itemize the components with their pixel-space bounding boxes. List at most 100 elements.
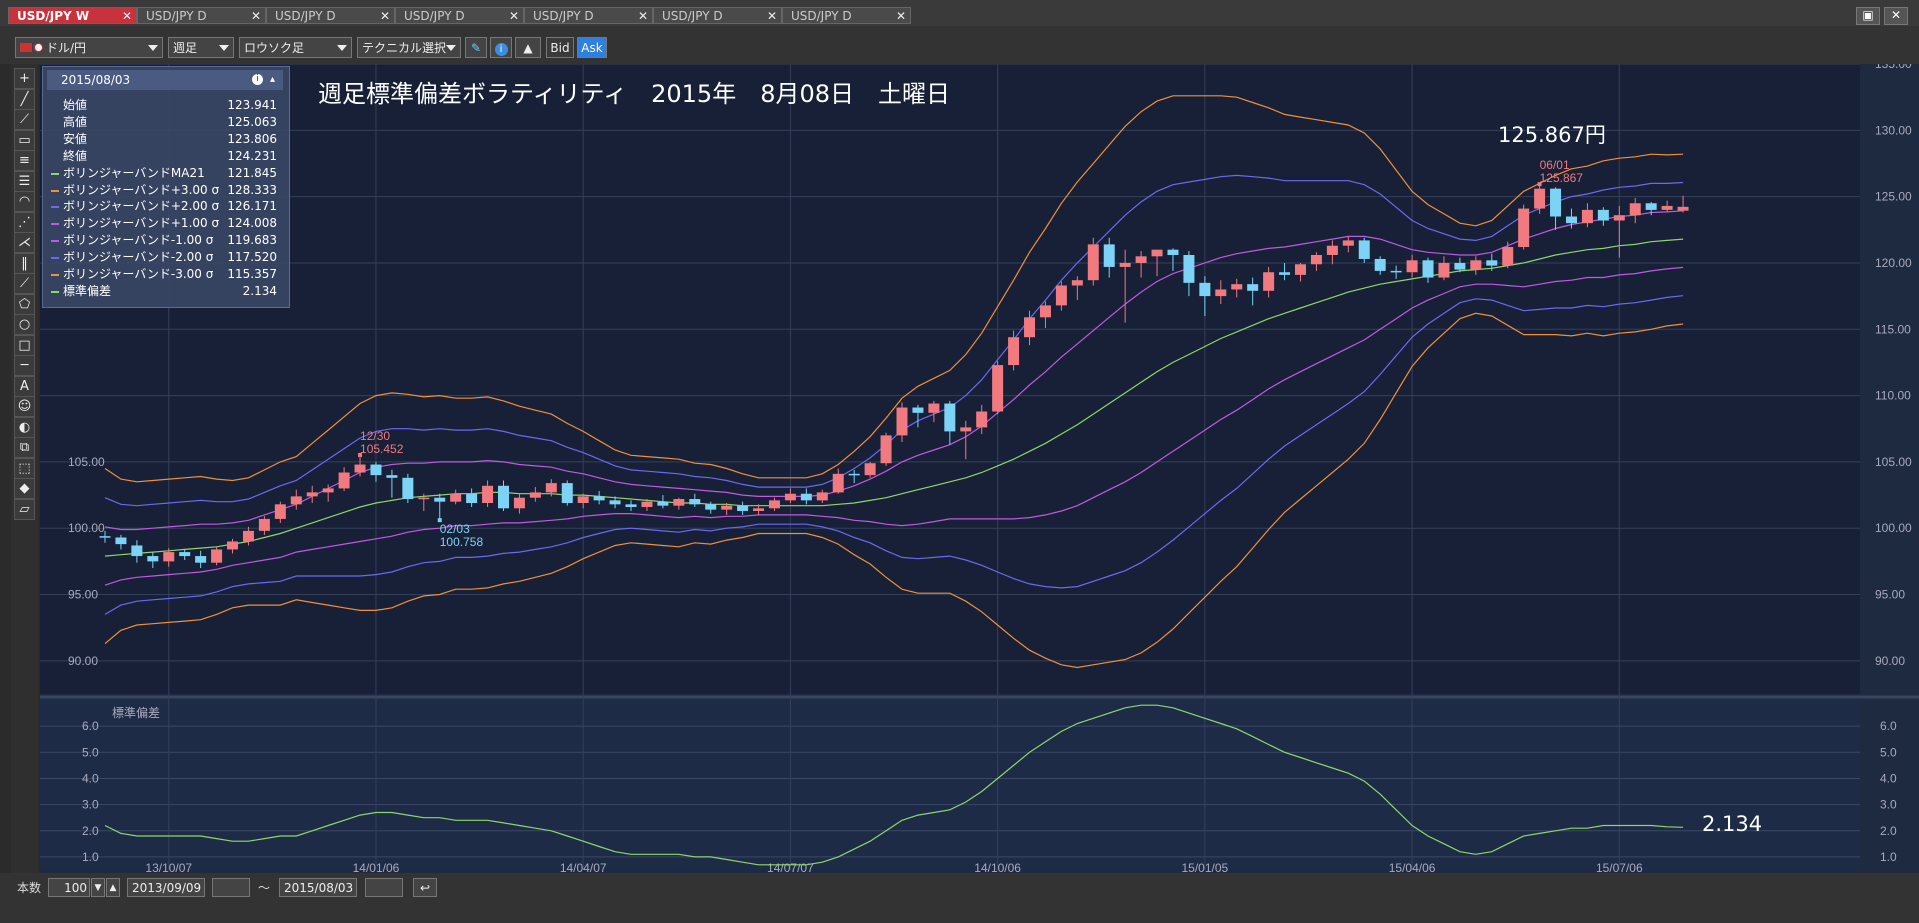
count-down-button[interactable]: ▼ [91, 878, 105, 897]
channel-tool-icon[interactable]: ☰ [14, 170, 35, 192]
price-pane [40, 64, 1860, 694]
tab-close-icon[interactable]: ✕ [509, 8, 519, 25]
info-value: 125.063 [227, 114, 277, 129]
pair-select[interactable]: ドル/円 [15, 37, 163, 58]
info-value: 2.134 [242, 283, 277, 298]
ruler-tool-icon[interactable]: ▭ [14, 129, 35, 151]
time-tick-label: 14/04/07 [560, 861, 607, 873]
bid-button[interactable]: Bid [546, 37, 574, 58]
candle-body [513, 497, 525, 509]
candle-body [1629, 203, 1641, 216]
date-from-input[interactable]: 2013/09/09 [127, 878, 205, 897]
stddev-tick-label-left: 6.0 [82, 719, 99, 733]
hlines-tool-icon[interactable]: ≡ [14, 150, 35, 171]
candle-body [258, 518, 270, 531]
restore-icon[interactable]: ▣ [1856, 7, 1880, 25]
info-row: ボリンジャーバンド+1.00 σ 124.008 [51, 215, 281, 232]
tab-2[interactable]: USD/JPY D ✕ [266, 7, 395, 24]
eraser-tool-icon[interactable]: ⬚ [14, 457, 35, 479]
candle-body [1215, 289, 1227, 297]
pitchfork-tool-icon[interactable]: ⋰ [14, 211, 35, 233]
info-value: 115.357 [227, 267, 277, 281]
sticker-tool-icon[interactable]: ◐ [14, 416, 35, 438]
candle-body [880, 435, 892, 464]
stddev-tick-label: 3.0 [1880, 798, 1897, 812]
tab-close-icon[interactable]: ✕ [122, 8, 132, 25]
draw-tool-button[interactable]: ✎ [465, 37, 487, 58]
count-up-button[interactable]: ▲ [106, 878, 120, 897]
tab-1[interactable]: USD/JPY D ✕ [137, 7, 266, 24]
ray-tool-icon[interactable]: ⟋ [14, 109, 35, 130]
circle-tool-icon[interactable]: ○ [14, 314, 35, 335]
info-button[interactable]: i [490, 37, 512, 58]
gann-tool-icon[interactable]: ⋌ [14, 232, 35, 253]
pentagon-tool-icon[interactable]: ⬠ [14, 293, 35, 315]
time-to-input[interactable] [365, 878, 403, 897]
info-label: 終値 [63, 148, 88, 163]
candle-body [1008, 337, 1020, 366]
stddev-pane-label: 標準偏差 [112, 705, 160, 720]
vlines-tool-icon[interactable]: ‖ [14, 252, 35, 274]
tab-6[interactable]: USD/JPY D ✕ [782, 7, 911, 24]
tab-close-icon[interactable]: ✕ [638, 8, 648, 25]
icon-tool-icon[interactable]: ☺ [14, 396, 35, 417]
tab-5[interactable]: USD/JPY D ✕ [653, 7, 782, 24]
rectangle-tool-icon[interactable]: □ [14, 334, 35, 356]
price-tick-label: 135.00 [1875, 64, 1912, 71]
candle-body [354, 464, 366, 473]
date-to-input[interactable]: 2015/08/03 [279, 878, 357, 897]
tab-4[interactable]: USD/JPY D ✕ [524, 7, 653, 24]
trend-tool-icon[interactable]: ⟋ [14, 273, 35, 294]
candle-body [689, 499, 701, 505]
candle-body [466, 493, 478, 504]
info-label: 標準偏差 [63, 283, 112, 298]
candle-body [577, 496, 589, 504]
text-tool-icon[interactable]: A [14, 375, 35, 397]
bottom-bar: 本数 100 ▼ ▲ 2013/09/09 ～ 2015/08/03 ↩ [0, 873, 1919, 923]
info-button-icon[interactable]: i [252, 74, 263, 85]
tab-0[interactable]: USD/JPY W ✕ [8, 7, 137, 24]
tab-close-icon[interactable]: ✕ [896, 8, 906, 25]
price-tick-label-left: 100.00 [68, 521, 105, 535]
time-from-input[interactable] [212, 878, 250, 897]
chart-style-select[interactable]: ロウソク足 [239, 37, 352, 58]
price-tick-label: 100.00 [1875, 521, 1912, 535]
chevron-down-icon [337, 45, 347, 51]
stddev-tick-label: 5.0 [1880, 745, 1897, 759]
tab-close-icon[interactable]: ✕ [380, 8, 390, 25]
fan-tool-icon[interactable]: ◠ [14, 191, 35, 212]
mountain-icon: ▲ [523, 41, 533, 55]
candle-body [960, 427, 972, 432]
line-tool-icon[interactable]: ╱ [14, 88, 35, 110]
drawing-toolbar: + ╱ ⟋ ▭ ≡ ☰ ◠ ⋰ ⋌ ‖ ⟋ ⬠ ○ □ ─ A ☺ ◐ ⧉ ⬚ ◆ ▱ [11, 64, 38, 874]
price-tick-label-left: 90.00 [68, 654, 98, 668]
ask-button[interactable]: Ask [577, 37, 607, 58]
hline-tool-icon[interactable]: ─ [14, 355, 35, 376]
collapse-icon[interactable]: ▴ [270, 70, 275, 90]
tab-close-icon[interactable]: ✕ [767, 8, 777, 25]
mountain-chart-button[interactable]: ▲ [515, 37, 541, 58]
ruler2-tool-icon[interactable]: ▱ [14, 498, 35, 520]
info-row: 終値 124.231 [51, 148, 281, 165]
info-value: 124.231 [227, 148, 277, 163]
candle-body [768, 500, 780, 509]
tab-label: USD/JPY D [533, 9, 594, 23]
flag-icon [20, 43, 32, 52]
technical-select[interactable]: テクニカル選択 [357, 37, 461, 58]
candle-body [1135, 256, 1147, 263]
chevron-down-icon [148, 45, 158, 51]
period-select[interactable]: 週足 [168, 37, 234, 58]
candle-body [1263, 272, 1275, 291]
legend-swatch [51, 257, 59, 260]
tab-3[interactable]: USD/JPY D ✕ [395, 7, 524, 24]
crosshair-tool-icon[interactable]: + [14, 68, 35, 89]
candle-body [848, 473, 860, 476]
count-input[interactable]: 100 [48, 878, 90, 897]
candle-body [609, 500, 621, 505]
close-window-icon[interactable]: ✕ [1884, 7, 1908, 25]
reset-button[interactable]: ↩ [413, 878, 437, 897]
candle-body [1151, 249, 1163, 257]
copy-tool-icon[interactable]: ⧉ [14, 437, 35, 458]
tab-close-icon[interactable]: ✕ [251, 8, 261, 25]
palette-tool-icon[interactable]: ◆ [14, 478, 35, 499]
